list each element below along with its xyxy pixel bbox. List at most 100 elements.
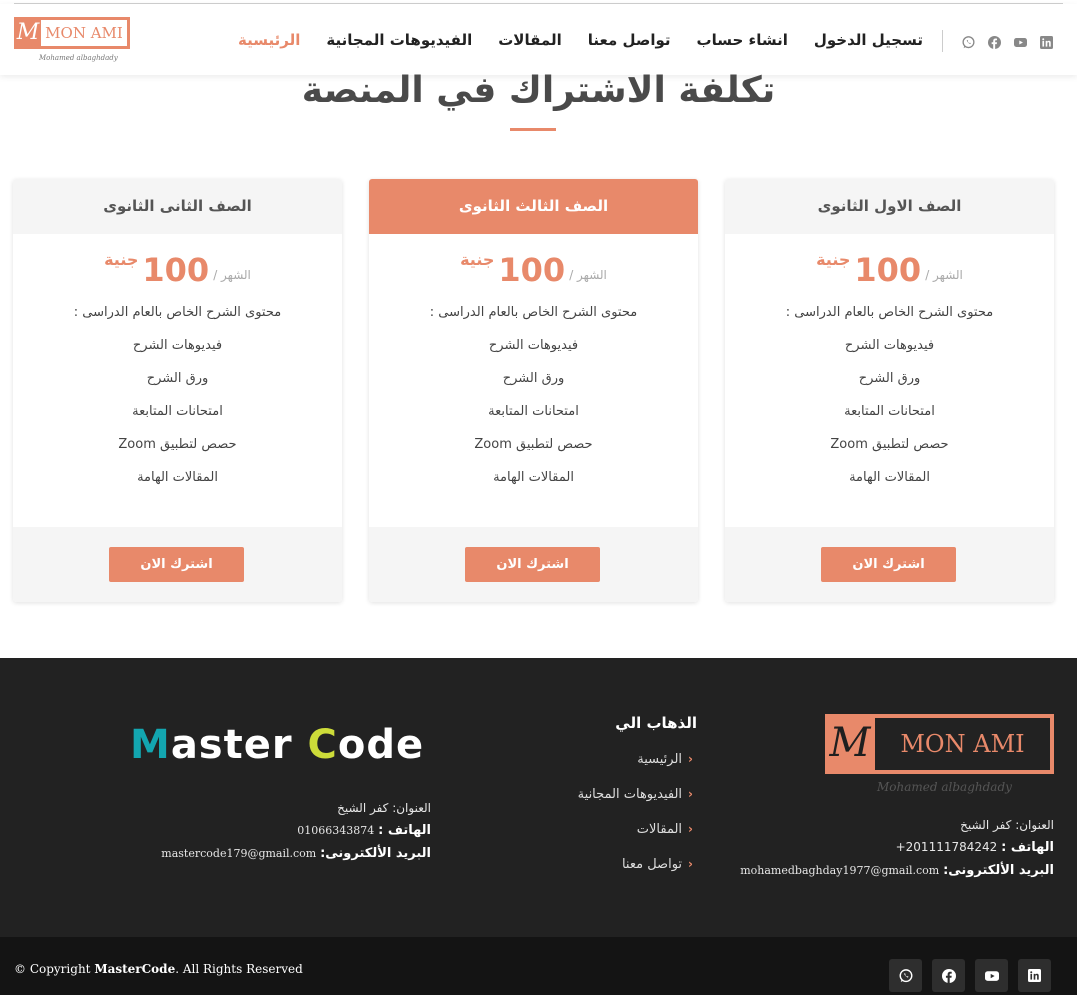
chevron-left-icon: ‹ [688,752,693,766]
footer-link-articles[interactable]: ‹ المقالات [578,816,693,851]
section-title: تكلفة الاشتراك في المنصة [301,70,776,111]
contact-info-secondary: العنوان: كفر الشيخ الهاتف : 01066343874 … [161,797,431,865]
logo-subtitle: Mohamed albaghdady [39,54,118,62]
footer-link-label: الفيديوهات المجانية [577,787,683,802]
footer-brand-logo[interactable]: M MON AMI Mohamed albaghdady [825,714,1054,794]
plan-footer: اشترك الان [725,527,1054,602]
nav-contact[interactable]: تواصل معنا [588,31,671,49]
logo-mark: M [16,20,40,45]
plan-feature: امتحانات المتابعة [844,404,935,419]
youtube-icon[interactable] [975,959,1008,992]
footer-link-home[interactable]: ‹ الرئيسية [578,746,693,781]
copyright-prefix: © Copyright [14,962,95,976]
plan-feature: ورق الشرح [858,371,921,386]
site-footer: M MON AMI Mohamed albaghdady العنوان: كف… [0,658,1077,937]
contact-info-primary: العنوان: كفر الشيخ الهاتف : +20111178424… [740,814,1054,882]
plan-feature: محتوى الشرح الخاص بالعام الدراسى : [73,305,282,320]
plan-card-first-secondary: الصف الاول الثانوى الشهر / 100 جنية محتو… [725,179,1054,602]
linkedin-icon[interactable] [1018,959,1051,992]
plan-feature: فيديوهات الشرح [488,338,579,353]
plan-feature: المقالات الهامة [137,470,218,485]
contact-address: العنوان: كفر الشيخ [337,801,431,815]
contact-address: العنوان: كفر الشيخ [960,818,1054,832]
plan-feature: المقالات الهامة [493,470,574,485]
email-label: البريد الألكترونى: [943,863,1054,878]
footer-links: ‹ الرئيسية ‹ الفيديوهات المجانية ‹ المقالات… [578,746,693,886]
price-currency: جنية [460,250,495,269]
price-period: الشهر / [569,268,607,282]
plan-feature: محتوى الشرح الخاص بالعام الدراسى : [785,305,994,320]
contact-phone-row: الهاتف : +201111784242 [740,836,1054,859]
plan-feature: فيديوهات الشرح [132,338,223,353]
nav-home[interactable]: الرئيسية [238,31,300,49]
plan-features: محتوى الشرح الخاص بالعام الدراسى : فيديو… [369,296,698,494]
copyright-brand: MasterCode [94,962,176,976]
brand-logo[interactable]: M MON AMI Mohamed albaghdady [14,17,130,62]
contact-email-row: البريد الألكترونى: mastercode179@gmail.c… [161,842,431,865]
nav-divider [942,30,943,52]
plan-features: محتوى الشرح الخاص بالعام الدراسى : فيديو… [13,296,342,494]
whatsapp-icon[interactable] [962,34,975,49]
title-underline [510,128,556,131]
mastercode-logo-part: C [307,722,338,768]
plan-feature: حصص لتطبيق Zoom [474,437,593,452]
nav-free-videos[interactable]: الفيديوهات المجانية [326,31,472,49]
logo-subtitle: Mohamed albaghdady [877,780,1012,794]
plan-feature: فيديوهات الشرح [844,338,935,353]
plan-name: الصف الثالث الثانوى [369,179,698,234]
main-nav: الرئيسية الفيديوهات المجانية المقالات تو… [238,28,923,52]
facebook-icon[interactable] [988,34,1001,49]
footer-bottom-bar: © Copyright MasterCode. All Rights Reser… [0,937,1077,995]
linkedin-icon[interactable] [1040,34,1053,49]
plan-card-second-secondary: الصف الثانى الثانوى الشهر / 100 جنية محت… [13,179,342,602]
header-social-links [962,34,1053,49]
plan-price: الشهر / 100 جنية [13,234,342,296]
plan-feature: حصص لتطبيق Zoom [830,437,949,452]
price-period: الشهر / [925,268,963,282]
mastercode-logo-part: M [130,722,171,768]
subscribe-button[interactable]: اشترك الان [465,547,600,582]
price-currency: جنية [816,250,851,269]
plan-price: الشهر / 100 جنية [725,234,1054,296]
subscribe-button[interactable]: اشترك الان [821,547,956,582]
footer-links-title: الذهاب الي [615,714,697,732]
price-currency: جنية [104,250,139,269]
plan-feature: حصص لتطبيق Zoom [118,437,237,452]
phone-label: الهاتف : [378,823,431,838]
footer-link-contact[interactable]: ‹ تواصل معنا [578,851,693,886]
plan-name: الصف الثانى الثانوى [13,179,342,234]
price-amount: 100 [142,251,210,289]
email-value[interactable]: mohamedbaghday1977@gmail.com [740,864,939,877]
facebook-icon[interactable] [932,959,965,992]
price-amount: 100 [854,251,922,289]
nav-register[interactable]: انشاء حساب [697,31,788,49]
plan-feature: امتحانات المتابعة [488,404,579,419]
plan-footer: اشترك الان [13,527,342,602]
copyright-suffix: . All Rights Reserved [175,962,303,976]
whatsapp-icon[interactable] [889,959,922,992]
mastercode-logo-part: aster [170,722,308,768]
plan-feature: ورق الشرح [146,371,209,386]
copyright-text: © Copyright MasterCode. All Rights Reser… [14,962,303,976]
site-header: M MON AMI Mohamed albaghdady الرئيسية ال… [0,4,1077,75]
footer-link-label: المقالات [636,822,683,837]
logo-text: MON AMI [41,20,127,46]
footer-link-free-videos[interactable]: ‹ الفيديوهات المجانية [578,781,693,816]
plan-card-third-secondary: الصف الثالث الثانوى الشهر / 100 جنية محت… [369,179,698,602]
subscribe-button[interactable]: اشترك الان [109,547,244,582]
contact-phone-row: الهاتف : 01066343874 [161,819,431,842]
nav-articles[interactable]: المقالات [498,31,562,49]
chevron-left-icon: ‹ [688,822,693,836]
plan-feature: ورق الشرح [502,371,565,386]
email-value[interactable]: mastercode179@gmail.com [161,847,316,860]
plan-price: الشهر / 100 جنية [369,234,698,296]
phone-value: 01066343874 [297,824,375,837]
nav-login[interactable]: تسجيل الدخول [814,31,923,49]
footer-social-links [889,959,1051,992]
plan-feature: امتحانات المتابعة [132,404,223,419]
plan-footer: اشترك الان [369,527,698,602]
phone-label: الهاتف : [1001,840,1054,855]
youtube-icon[interactable] [1014,34,1027,47]
plan-name: الصف الاول الثانوى [725,179,1054,234]
plan-features: محتوى الشرح الخاص بالعام الدراسى : فيديو… [725,296,1054,494]
